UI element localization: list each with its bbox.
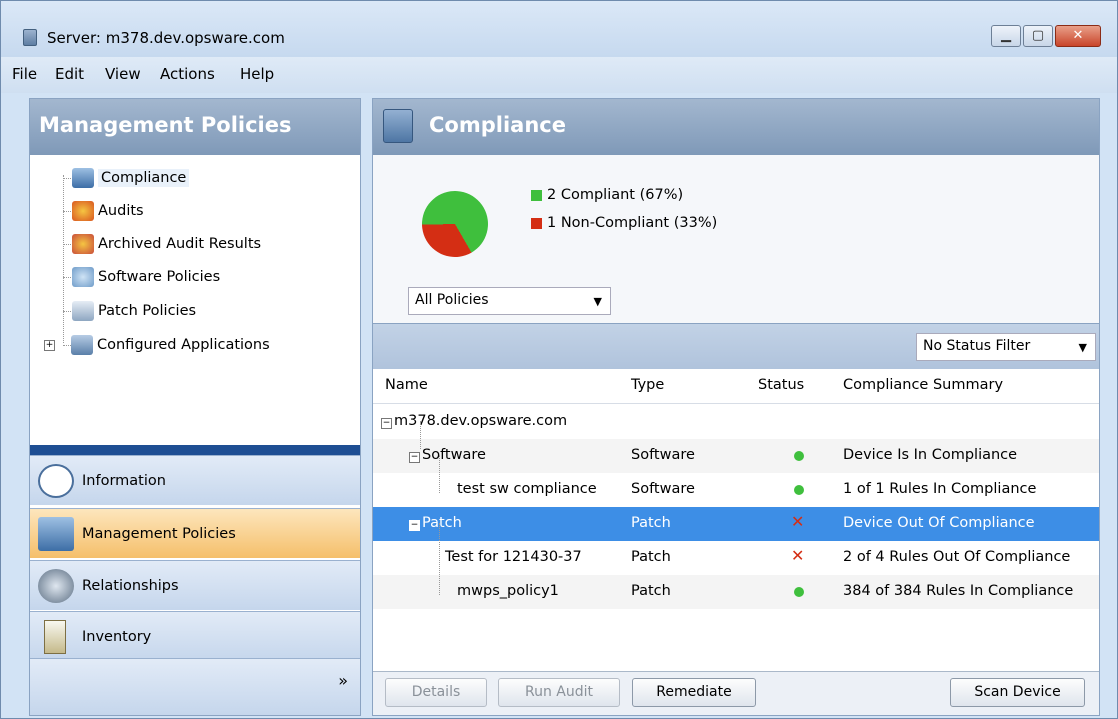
tree-item-audits[interactable]: Audits: [72, 199, 144, 223]
collapse-icon[interactable]: −: [381, 418, 392, 429]
right-panel: Compliance 2 Compliant (67%) 1 Non-Compl…: [372, 98, 1100, 716]
collapse-icon[interactable]: −: [409, 452, 420, 463]
page-title: Compliance: [429, 113, 566, 137]
column-compliance-summary[interactable]: Compliance Summary: [843, 377, 1003, 393]
legend-compliant: 2 Compliant (67%): [531, 187, 683, 203]
tree-item-compliance[interactable]: Compliance: [72, 166, 190, 190]
collapse-icon[interactable]: −: [409, 520, 420, 531]
table-row-selected[interactable]: − Patch Patch ✕ Device Out Of Compliance: [373, 507, 1099, 541]
maximize-icon: ▢: [1031, 28, 1045, 43]
configured-apps-icon: [71, 335, 93, 355]
menu-actions[interactable]: Actions: [160, 65, 215, 83]
column-type[interactable]: Type: [631, 377, 664, 393]
minimize-button[interactable]: ▁: [991, 25, 1021, 47]
compliance-pie-chart: [409, 178, 501, 270]
title-bar: Server: m378.dev.opsware.com ▁ ▢ ✕: [1, 1, 1117, 57]
legend-non-compliant: 1 Non-Compliant (33%): [531, 215, 717, 231]
action-button-bar: Details Run Audit Remediate Scan Device: [373, 671, 1099, 715]
maximize-button[interactable]: ▢: [1023, 25, 1053, 47]
server-icon: [23, 29, 37, 46]
column-name[interactable]: Name: [385, 377, 428, 393]
menu-edit[interactable]: Edit: [55, 65, 84, 83]
compliance-header: Compliance: [373, 99, 1099, 155]
left-panel-title: Management Policies: [30, 99, 360, 155]
menu-help[interactable]: Help: [240, 65, 274, 83]
column-status[interactable]: Status: [758, 377, 804, 393]
nav-relationships[interactable]: Relationships: [30, 560, 360, 610]
compliance-icon: [383, 109, 413, 143]
audit-icon: [72, 201, 94, 221]
archived-audit-icon: [72, 234, 94, 254]
close-icon: ✕: [1072, 28, 1084, 43]
table-row[interactable]: − Software Software Device Is In Complian…: [373, 439, 1099, 473]
nav-inventory[interactable]: Inventory: [30, 611, 360, 661]
table-toolbar: No Status Filter ▼: [373, 323, 1099, 369]
non-compliant-status-icon: ✕: [791, 512, 805, 531]
chevron-down-icon: ▼: [593, 295, 602, 308]
table-row[interactable]: test sw compliance Software 1 of 1 Rules…: [373, 473, 1099, 507]
panel-splitter[interactable]: [30, 445, 360, 455]
patch-policy-icon: [72, 301, 94, 321]
green-square-icon: [531, 189, 542, 201]
table-row[interactable]: Test for 121430-37 Patch ✕ 2 of 4 Rules …: [373, 541, 1099, 575]
compliant-status-icon: [794, 451, 804, 461]
menu-file[interactable]: File: [12, 65, 37, 83]
management-policies-icon: [38, 516, 74, 551]
scan-device-button[interactable]: Scan Device: [950, 678, 1085, 707]
relationships-icon: [38, 568, 74, 603]
tree-item-software-policies[interactable]: Software Policies: [72, 265, 220, 289]
red-square-icon: [531, 217, 542, 229]
table-header: Name Type Status Compliance Summary: [373, 369, 1099, 404]
left-panel: Management Policies Compliance Audits Ar…: [29, 98, 361, 716]
compliant-status-icon: [794, 485, 804, 495]
table-row-root[interactable]: − m378.dev.opsware.com: [373, 405, 1099, 439]
minimize-icon: ▁: [1001, 28, 1011, 43]
status-filter-dropdown[interactable]: No Status Filter ▼: [916, 333, 1096, 361]
policy-tree: Compliance Audits Archived Audit Results…: [30, 155, 360, 445]
nav-management-policies[interactable]: Management Policies: [30, 508, 360, 558]
compliance-icon: [72, 168, 94, 188]
nav-overflow-bar: »: [30, 658, 360, 715]
run-audit-button[interactable]: Run Audit: [498, 678, 620, 707]
tree-item-patch-policies[interactable]: Patch Policies: [72, 299, 196, 323]
tree-item-configured-applications[interactable]: + Configured Applications: [44, 333, 270, 357]
non-compliant-status-icon: ✕: [791, 546, 805, 565]
compliance-summary: 2 Compliant (67%) 1 Non-Compliant (33%) …: [373, 155, 1099, 323]
menu-view[interactable]: View: [105, 65, 141, 83]
chevron-down-icon: ▼: [1078, 341, 1087, 354]
close-button[interactable]: ✕: [1055, 25, 1101, 47]
expand-icon[interactable]: +: [44, 339, 55, 351]
expand-more-icon[interactable]: »: [338, 671, 348, 690]
details-button[interactable]: Details: [385, 678, 487, 707]
policy-filter-dropdown[interactable]: All Policies ▼: [408, 287, 611, 315]
window-title: Server: m378.dev.opsware.com: [47, 29, 285, 47]
software-policy-icon: [72, 267, 94, 287]
application-window: Server: m378.dev.opsware.com ▁ ▢ ✕ File …: [0, 0, 1118, 719]
table-row[interactable]: mwps_policy1 Patch 384 of 384 Rules In C…: [373, 575, 1099, 609]
compliant-status-icon: [794, 587, 804, 597]
speech-bubble-icon: [38, 463, 74, 498]
remediate-button[interactable]: Remediate: [632, 678, 756, 707]
menu-bar: File Edit View Actions Help: [1, 57, 1117, 93]
clipboard-icon: [44, 619, 66, 654]
tree-item-archived-audit-results[interactable]: Archived Audit Results: [72, 232, 261, 256]
nav-information[interactable]: Information: [30, 455, 360, 505]
